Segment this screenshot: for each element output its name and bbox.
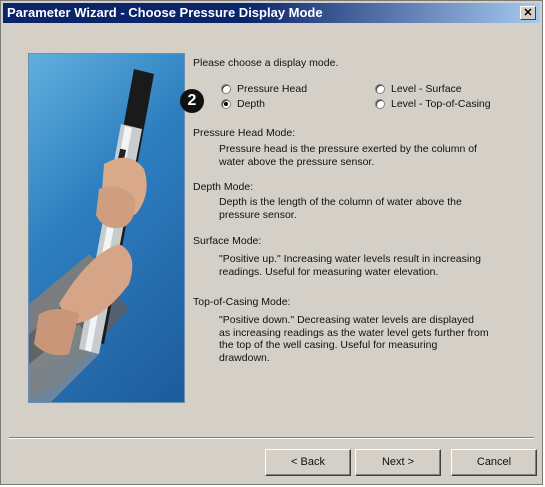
- radio-pressure-head-label: Pressure Head: [237, 83, 308, 95]
- surface-mode-title: Surface Mode:: [193, 235, 262, 247]
- radio-depth-indicator: [221, 99, 231, 109]
- desc-line: the top of the well casing. Useful for m…: [219, 339, 438, 351]
- title-bar: Parameter Wizard - Choose Pressure Displ…: [3, 3, 540, 23]
- radio-level-top-of-casing-label: Level - Top-of-Casing: [391, 98, 491, 110]
- radio-level-top-of-casing-indicator: [375, 99, 385, 109]
- radio-depth-label: Depth: [237, 98, 266, 110]
- step-badge: 2: [180, 89, 204, 113]
- instrument-photo: [28, 53, 185, 403]
- button-separator: [9, 437, 534, 439]
- desc-line: "Positive up." Increasing water levels r…: [219, 253, 481, 265]
- window-title: Parameter Wizard - Choose Pressure Displ…: [7, 5, 323, 20]
- desc-line: "Positive down." Decreasing water levels…: [219, 314, 474, 326]
- radio-level-top-of-casing[interactable]: Level - Top-of-Casing: [375, 97, 491, 111]
- surface-mode-desc: "Positive up." Increasing water levels r…: [219, 253, 529, 278]
- desc-line: drawdown.: [219, 351, 270, 364]
- back-button[interactable]: < Back: [265, 449, 351, 476]
- radio-level-surface[interactable]: Level - Surface: [375, 82, 462, 96]
- pressure-head-mode-desc: Pressure head is the pressure exerted by…: [219, 143, 529, 168]
- desc-line: as increasing readings as the water leve…: [219, 326, 489, 339]
- desc-line: readings. Useful for measuring water ele…: [219, 265, 439, 278]
- radio-depth[interactable]: Depth: [221, 97, 265, 111]
- radio-level-surface-indicator: [375, 84, 385, 94]
- desc-line: pressure sensor.: [219, 208, 297, 221]
- depth-mode-desc: Depth is the length of the column of wat…: [219, 196, 529, 221]
- radio-pressure-head[interactable]: Pressure Head: [221, 82, 307, 96]
- radio-pressure-head-indicator: [221, 84, 231, 94]
- depth-mode-title: Depth Mode:: [193, 181, 254, 193]
- hand-holding-sensor-illustration: [29, 69, 154, 402]
- close-button[interactable]: ✕: [520, 6, 536, 20]
- desc-line: Pressure head is the pressure exerted by…: [219, 143, 477, 155]
- prompt-text: Please choose a display mode.: [193, 57, 339, 69]
- top-of-casing-mode-desc: "Positive down." Decreasing water levels…: [219, 314, 529, 364]
- radio-level-surface-label: Level - Surface: [391, 83, 462, 95]
- close-icon: ✕: [523, 7, 533, 19]
- desc-line: water above the pressure sensor.: [219, 155, 375, 168]
- next-button[interactable]: Next >: [355, 449, 441, 476]
- pressure-head-mode-title: Pressure Head Mode:: [193, 127, 296, 139]
- top-of-casing-mode-title: Top-of-Casing Mode:: [193, 296, 291, 308]
- wizard-window: Parameter Wizard - Choose Pressure Displ…: [0, 0, 543, 485]
- desc-line: Depth is the length of the column of wat…: [219, 196, 462, 208]
- cancel-button[interactable]: Cancel: [451, 449, 537, 476]
